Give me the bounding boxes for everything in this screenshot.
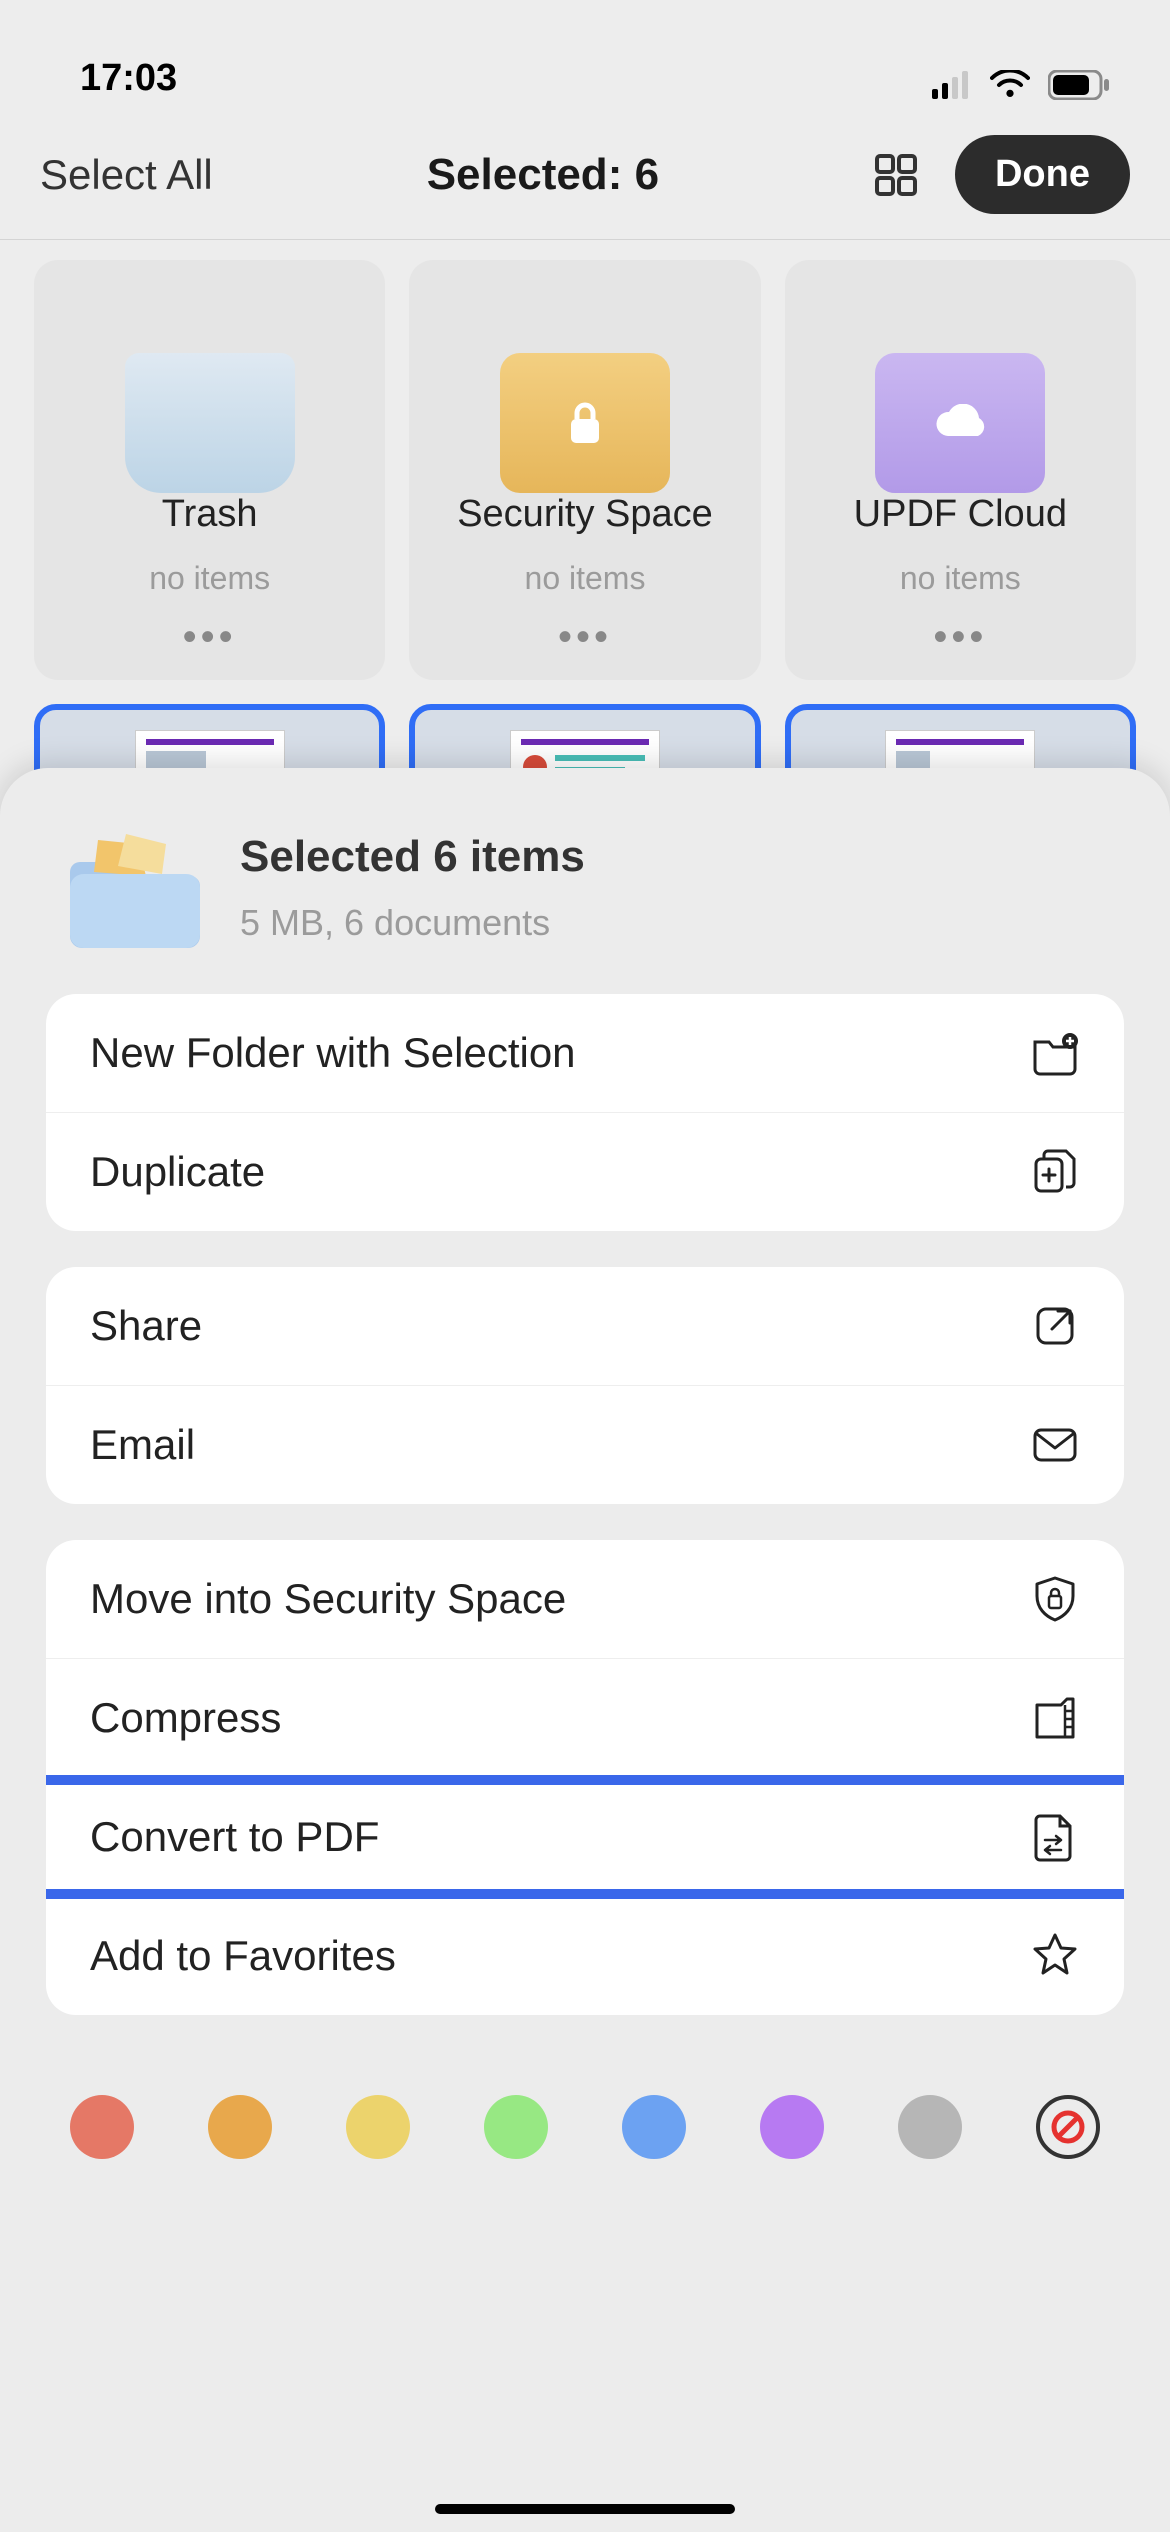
sheet-subtitle: 5 MB, 6 documents bbox=[240, 902, 585, 944]
file-convert-icon bbox=[1030, 1812, 1080, 1862]
clear-color-icon[interactable] bbox=[1036, 2095, 1100, 2159]
action-group: Move into Security Space Compress Convert … bbox=[46, 1540, 1124, 2015]
mail-icon bbox=[1030, 1420, 1080, 1470]
nav-title: Selected: 6 bbox=[427, 150, 659, 200]
folder-card-security[interactable]: Security Space no items ••• bbox=[409, 260, 760, 680]
trash-icon bbox=[125, 353, 295, 493]
color-tag-row bbox=[0, 2051, 1170, 2219]
grid-view-icon[interactable] bbox=[873, 152, 919, 198]
archive-icon bbox=[1030, 1693, 1080, 1743]
action-label: Share bbox=[90, 1302, 202, 1350]
action-file-convert[interactable]: Convert to PDF bbox=[46, 1777, 1124, 1896]
battery-icon bbox=[1048, 70, 1110, 100]
action-label: Email bbox=[90, 1421, 195, 1469]
action-star[interactable]: Add to Favorites bbox=[46, 1896, 1124, 2015]
color-swatch[interactable] bbox=[622, 2095, 686, 2159]
action-copy-plus[interactable]: Duplicate bbox=[46, 1112, 1124, 1231]
color-swatch[interactable] bbox=[70, 2095, 134, 2159]
action-label: Move into Security Space bbox=[90, 1575, 566, 1623]
color-swatch[interactable] bbox=[208, 2095, 272, 2159]
action-group: New Folder with Selection Duplicate bbox=[46, 994, 1124, 1231]
folder-subtitle: no items bbox=[900, 560, 1021, 597]
action-label: Add to Favorites bbox=[90, 1932, 396, 1980]
action-share[interactable]: Share bbox=[46, 1267, 1124, 1385]
folder-icon bbox=[70, 828, 200, 948]
share-icon bbox=[1030, 1301, 1080, 1351]
action-label: Compress bbox=[90, 1694, 281, 1742]
star-icon bbox=[1030, 1931, 1080, 1981]
action-mail[interactable]: Email bbox=[46, 1385, 1124, 1504]
folder-title: Security Space bbox=[457, 493, 713, 536]
more-icon[interactable]: ••• bbox=[933, 615, 987, 660]
folder-card-cloud[interactable]: UPDF Cloud no items ••• bbox=[785, 260, 1136, 680]
more-icon[interactable]: ••• bbox=[183, 615, 237, 660]
nav-bar: Select All Selected: 6 Done bbox=[0, 110, 1170, 240]
action-sheet: Selected 6 items 5 MB, 6 documents New F… bbox=[0, 768, 1170, 2532]
shield-lock-icon bbox=[1030, 1574, 1080, 1624]
folder-subtitle: no items bbox=[149, 560, 270, 597]
action-label: Duplicate bbox=[90, 1148, 265, 1196]
folder-subtitle: no items bbox=[525, 560, 646, 597]
home-indicator bbox=[435, 2504, 735, 2514]
select-all-button[interactable]: Select All bbox=[40, 151, 213, 199]
folder-plus-icon bbox=[1030, 1028, 1080, 1078]
folder-card-trash[interactable]: Trash no items ••• bbox=[34, 260, 385, 680]
folder-title: Trash bbox=[162, 493, 258, 536]
action-group: Share Email bbox=[46, 1267, 1124, 1504]
more-icon[interactable]: ••• bbox=[558, 615, 612, 660]
status-time: 17:03 bbox=[60, 57, 177, 100]
status-bar: 17:03 bbox=[0, 0, 1170, 110]
color-swatch[interactable] bbox=[484, 2095, 548, 2159]
done-button[interactable]: Done bbox=[955, 135, 1130, 214]
cellular-icon bbox=[932, 71, 972, 99]
status-right bbox=[932, 70, 1110, 100]
action-folder-plus[interactable]: New Folder with Selection bbox=[46, 994, 1124, 1112]
sheet-header: Selected 6 items 5 MB, 6 documents bbox=[0, 768, 1170, 994]
wifi-icon bbox=[990, 70, 1030, 100]
action-label: New Folder with Selection bbox=[90, 1029, 576, 1077]
action-archive[interactable]: Compress bbox=[46, 1658, 1124, 1777]
color-swatch[interactable] bbox=[760, 2095, 824, 2159]
folder-title: UPDF Cloud bbox=[854, 493, 1067, 536]
action-shield-lock[interactable]: Move into Security Space bbox=[46, 1540, 1124, 1658]
color-swatch[interactable] bbox=[898, 2095, 962, 2159]
copy-plus-icon bbox=[1030, 1147, 1080, 1197]
action-label: Convert to PDF bbox=[90, 1813, 379, 1861]
cloud-folder-icon bbox=[875, 353, 1045, 493]
sheet-title: Selected 6 items bbox=[240, 832, 585, 882]
lock-folder-icon bbox=[500, 353, 670, 493]
color-swatch[interactable] bbox=[346, 2095, 410, 2159]
